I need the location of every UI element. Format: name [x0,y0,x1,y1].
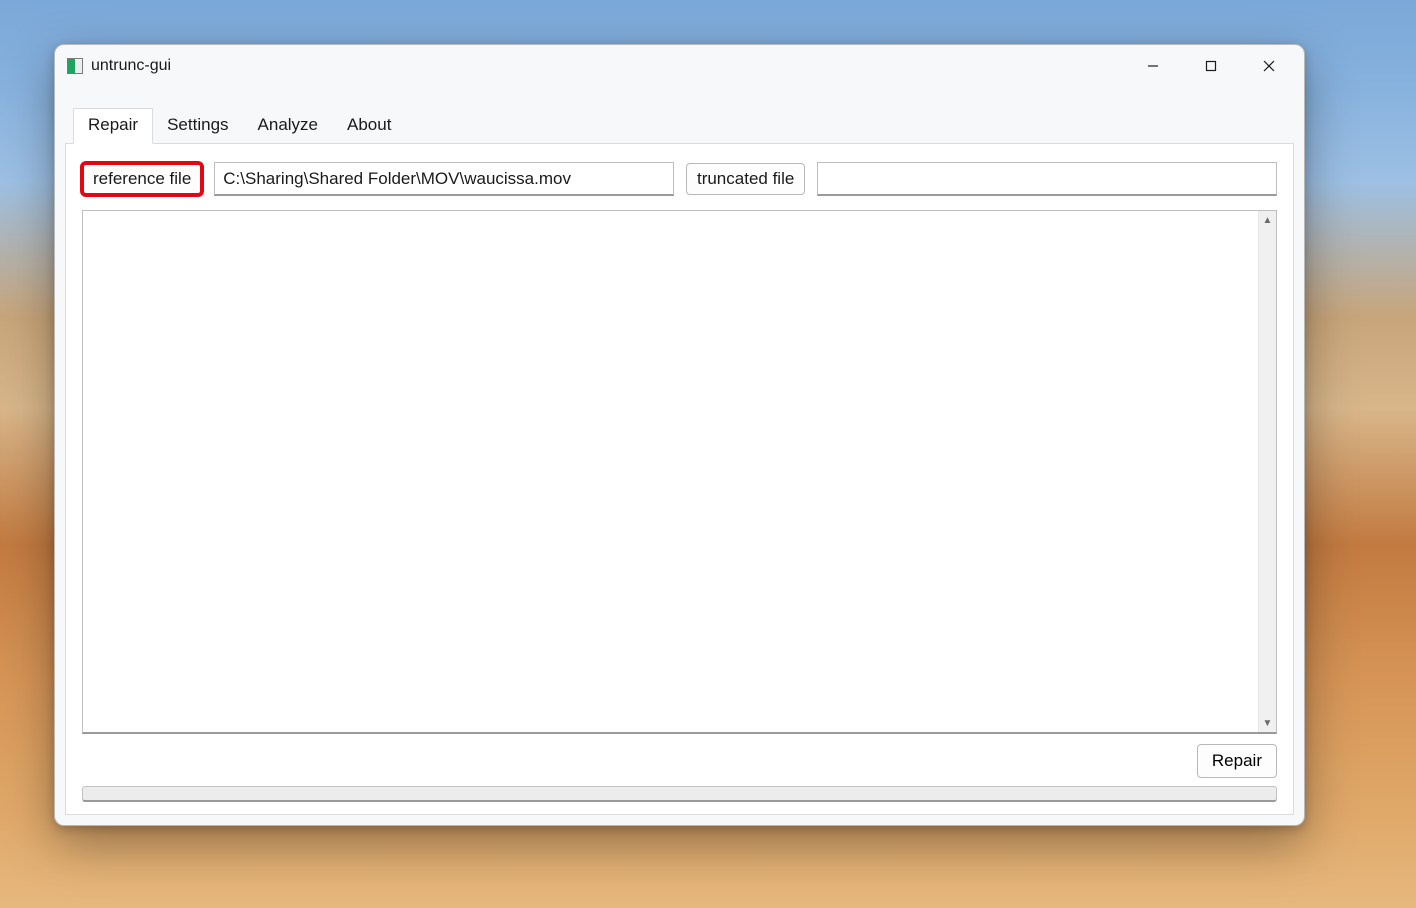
minimize-button[interactable] [1124,47,1182,85]
close-button[interactable] [1240,47,1298,85]
tab-bar: Repair Settings Analyze About [65,107,1294,144]
tab-about[interactable]: About [332,108,406,144]
repair-button[interactable]: Repair [1197,744,1277,778]
tab-settings[interactable]: Settings [152,108,243,144]
window-controls [1124,47,1298,85]
truncated-file-input[interactable] [817,162,1277,196]
log-output[interactable] [83,211,1258,732]
tab-page-repair: reference file truncated file ▲ ▼ Repair [65,144,1294,815]
file-picker-row: reference file truncated file [82,162,1277,196]
titlebar: untrunc-gui [55,45,1304,87]
client-area: Repair Settings Analyze About reference … [55,87,1304,825]
reference-file-input[interactable] [214,162,674,196]
minimize-icon [1147,60,1159,72]
close-icon [1263,60,1275,72]
log-scrollbar[interactable]: ▲ ▼ [1258,211,1276,732]
action-row: Repair [82,744,1277,778]
reference-file-button[interactable]: reference file [82,163,202,195]
maximize-icon [1205,60,1217,72]
tab-repair[interactable]: Repair [73,108,153,144]
scroll-down-icon: ▼ [1259,714,1276,732]
window-title: untrunc-gui [91,57,171,75]
maximize-button[interactable] [1182,47,1240,85]
progress-bar [82,786,1277,802]
app-icon [67,58,83,74]
truncated-file-button[interactable]: truncated file [686,163,805,195]
log-output-container: ▲ ▼ [82,210,1277,734]
app-window: untrunc-gui Repair Settings Analyze Abou… [54,44,1305,826]
scroll-up-icon: ▲ [1259,211,1276,229]
tab-analyze[interactable]: Analyze [243,108,333,144]
